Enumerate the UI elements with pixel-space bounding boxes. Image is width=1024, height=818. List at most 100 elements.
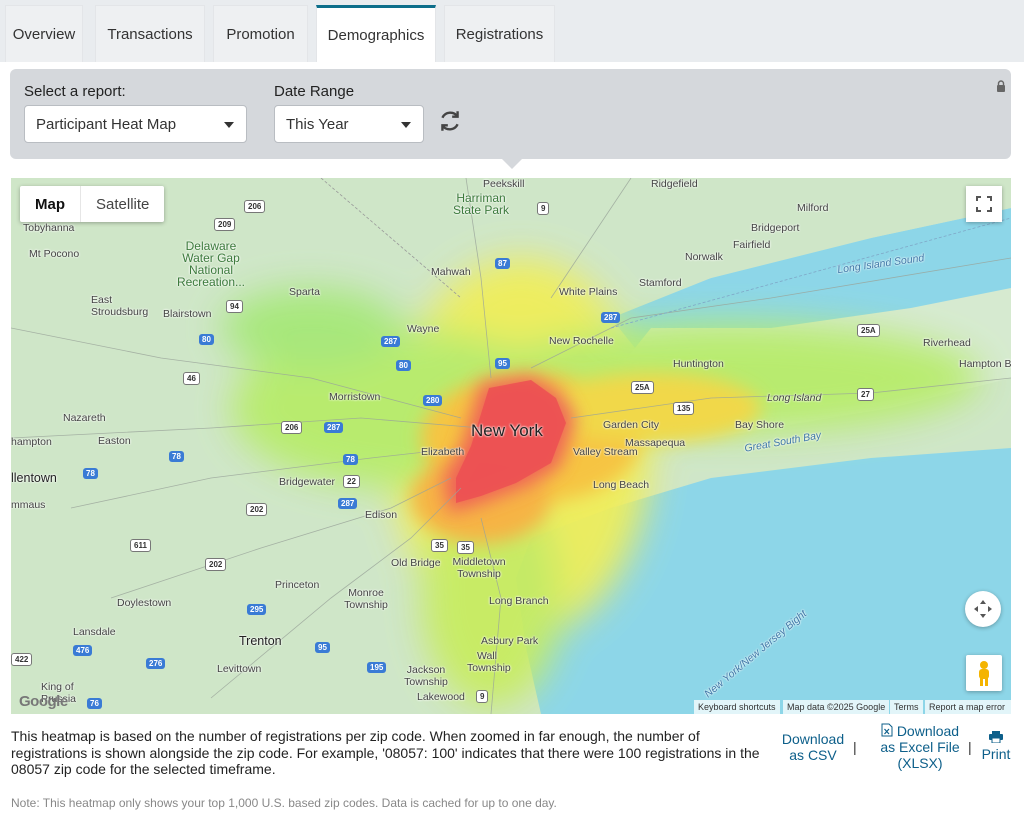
- route-shield: 78: [83, 468, 98, 479]
- tab-promotion[interactable]: Promotion: [213, 5, 308, 62]
- download-excel-link[interactable]: Download as Excel File (XLSX): [870, 723, 970, 771]
- date-range-label: Date Range: [274, 83, 355, 100]
- route-shield: 276: [146, 658, 166, 669]
- panel-pointer: [502, 159, 522, 169]
- route-shield: 22: [343, 475, 360, 488]
- map-label: Middletown Township: [452, 556, 506, 580]
- download-excel-line2: as Excel File: [880, 739, 960, 755]
- tab-label: Overview: [12, 25, 76, 43]
- route-shield: 202: [246, 503, 268, 516]
- route-shield: 295: [247, 604, 267, 615]
- fullscreen-icon: [976, 196, 992, 212]
- map-label: Levittown: [217, 663, 262, 675]
- map-label: Elizabeth: [421, 446, 465, 458]
- map-label: Sparta: [289, 286, 320, 298]
- report-select-value: Participant Heat Map: [36, 115, 177, 133]
- route-shield: 202: [205, 558, 227, 571]
- route-shield: 80: [396, 360, 411, 371]
- route-shield: 287: [381, 336, 401, 347]
- map-label: Fairfield: [733, 239, 771, 251]
- route-shield: 287: [324, 422, 344, 433]
- route-shield: 95: [495, 358, 510, 369]
- terms-link[interactable]: Terms: [890, 700, 923, 714]
- pan-control[interactable]: [965, 591, 1001, 627]
- map-label: Doylestown: [117, 597, 172, 609]
- route-shield: 287: [601, 312, 621, 323]
- route-shield: 422: [11, 653, 33, 666]
- route-shield: 78: [343, 454, 358, 465]
- map-label: Monroe Township: [344, 587, 388, 611]
- print-label: Print: [981, 746, 1011, 762]
- tab-overview[interactable]: Overview: [5, 5, 83, 62]
- tab-label: Registrations: [455, 25, 544, 43]
- map-label: Trenton: [239, 634, 282, 648]
- tab-demographics[interactable]: Demographics: [316, 5, 436, 62]
- map-label: Delaware Water Gap National Recreation..…: [176, 239, 246, 289]
- report-select-label: Select a report:: [24, 83, 126, 100]
- route-shield: 80: [199, 334, 214, 345]
- map-label: Long Branch: [489, 595, 549, 607]
- tab-label: Transactions: [107, 25, 193, 43]
- route-shield: 9: [537, 202, 550, 215]
- map-label: Garden City: [603, 419, 660, 431]
- report-select[interactable]: Participant Heat Map: [24, 105, 247, 143]
- route-shield: 476: [73, 645, 93, 656]
- map-type-control: Map Satellite: [20, 186, 165, 222]
- tab-label: Promotion: [226, 25, 295, 43]
- date-range-value: This Year: [286, 115, 349, 133]
- map-type-satellite-button[interactable]: Satellite: [81, 186, 164, 222]
- separator: |: [968, 739, 972, 755]
- keyboard-shortcuts-link[interactable]: Keyboard shortcuts: [694, 700, 780, 714]
- map-label: Mt Pocono: [29, 248, 80, 260]
- map-type-map-button[interactable]: Map: [20, 186, 81, 222]
- route-shield: 35: [457, 541, 474, 554]
- map-label: Mahwah: [431, 266, 471, 278]
- tab-registrations[interactable]: Registrations: [444, 5, 555, 62]
- map-label: Easton: [98, 435, 131, 447]
- map-label: White Plains: [559, 286, 618, 298]
- route-shield: 35: [431, 539, 448, 552]
- map-label: Nazareth: [63, 412, 106, 424]
- route-shield: 95: [315, 642, 330, 653]
- tab-label: Demographics: [327, 26, 425, 44]
- map-label: Harriman State Park: [452, 191, 510, 217]
- map-label: Stamford: [639, 277, 682, 289]
- map-label: Ridgefield: [651, 178, 698, 190]
- fullscreen-button[interactable]: [966, 186, 1002, 222]
- map-label: Morristown: [329, 391, 381, 403]
- route-shield: 94: [226, 300, 243, 313]
- heat-map[interactable]: Map Satellite Peekskill Ridgefield Milfo…: [11, 178, 1011, 714]
- route-shield: 25A: [857, 324, 880, 337]
- map-label: Hampton Bays: [959, 358, 1011, 370]
- tab-bar: Overview Transactions Promotion Demograp…: [0, 0, 1024, 62]
- map-label: Blairstown: [163, 308, 212, 320]
- refresh-icon[interactable]: [437, 108, 463, 134]
- route-shield: 25A: [631, 381, 654, 394]
- download-csv-link[interactable]: Download as CSV: [778, 731, 848, 763]
- map-label: Princeton: [275, 579, 320, 591]
- map-label: Tobyhanna: [23, 222, 75, 234]
- pan-control-icon: [974, 600, 992, 618]
- map-label: Asbury Park: [481, 635, 539, 647]
- map-label: Riverhead: [923, 337, 971, 349]
- tab-transactions[interactable]: Transactions: [95, 5, 205, 62]
- heatmap-description: This heatmap is based on the number of r…: [11, 728, 760, 777]
- route-shield: 287: [338, 498, 358, 509]
- print-link[interactable]: Print: [978, 730, 1014, 762]
- route-shield: 280: [423, 395, 443, 406]
- download-excel-label: Download: [896, 723, 960, 739]
- street-view-pegman[interactable]: [966, 655, 1002, 691]
- route-shield: 78: [169, 451, 184, 462]
- map-label-new-york: New York: [471, 421, 543, 440]
- route-shield: 209: [214, 218, 236, 231]
- date-range-select[interactable]: This Year: [274, 105, 424, 143]
- google-logo: Google: [19, 693, 68, 710]
- report-map-error-link[interactable]: Report a map error: [925, 700, 1011, 714]
- map-label: llentown: [11, 471, 57, 485]
- download-excel-line3: (XLSX): [897, 755, 943, 771]
- cache-note: Note: This heatmap only shows your top 1…: [11, 796, 557, 810]
- map-label: Long Beach: [593, 479, 650, 491]
- map-label: mmaus: [11, 499, 46, 511]
- chevron-down-icon: [224, 122, 234, 128]
- map-label: Huntington: [673, 358, 724, 370]
